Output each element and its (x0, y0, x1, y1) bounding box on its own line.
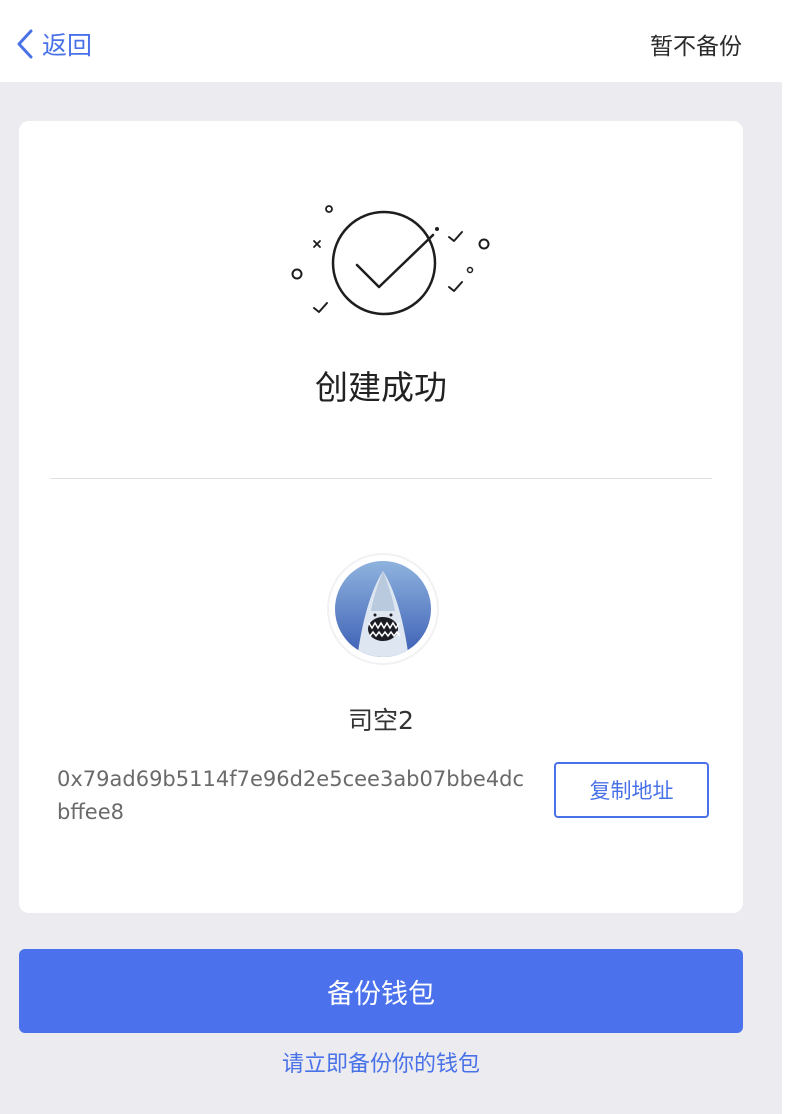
back-label: 返回 (42, 31, 93, 60)
avatar (329, 555, 437, 663)
nav-bar: 返回 暂不备份 (0, 0, 782, 82)
divider (50, 478, 712, 479)
skip-backup-button[interactable]: 暂不备份 (650, 24, 742, 64)
success-card: 创建成功 司空2 0x79ad69b5114f7e96d2e5cee3ab07b… (19, 121, 743, 913)
success-title: 创建成功 (315, 368, 447, 407)
screen: 返回 暂不备份 创建成功 司空2 0x79ad69b5114f7e96d2e5c… (0, 0, 782, 1114)
check-circle-icon (287, 199, 497, 325)
chevron-left-icon (16, 28, 34, 60)
shark-avatar (335, 561, 431, 657)
wallet-name: 司空2 (348, 706, 414, 735)
backup-hint-link[interactable]: 请立即备份你的钱包 (0, 1046, 762, 1078)
copy-address-button[interactable]: 复制地址 (554, 762, 709, 818)
edge-strip (782, 0, 786, 1114)
backup-wallet-button[interactable]: 备份钱包 (19, 949, 743, 1033)
wallet-address: 0x79ad69b5114f7e96d2e5cee3ab07bbe4dcbffe… (57, 767, 525, 824)
back-button[interactable]: 返回 (16, 24, 92, 64)
